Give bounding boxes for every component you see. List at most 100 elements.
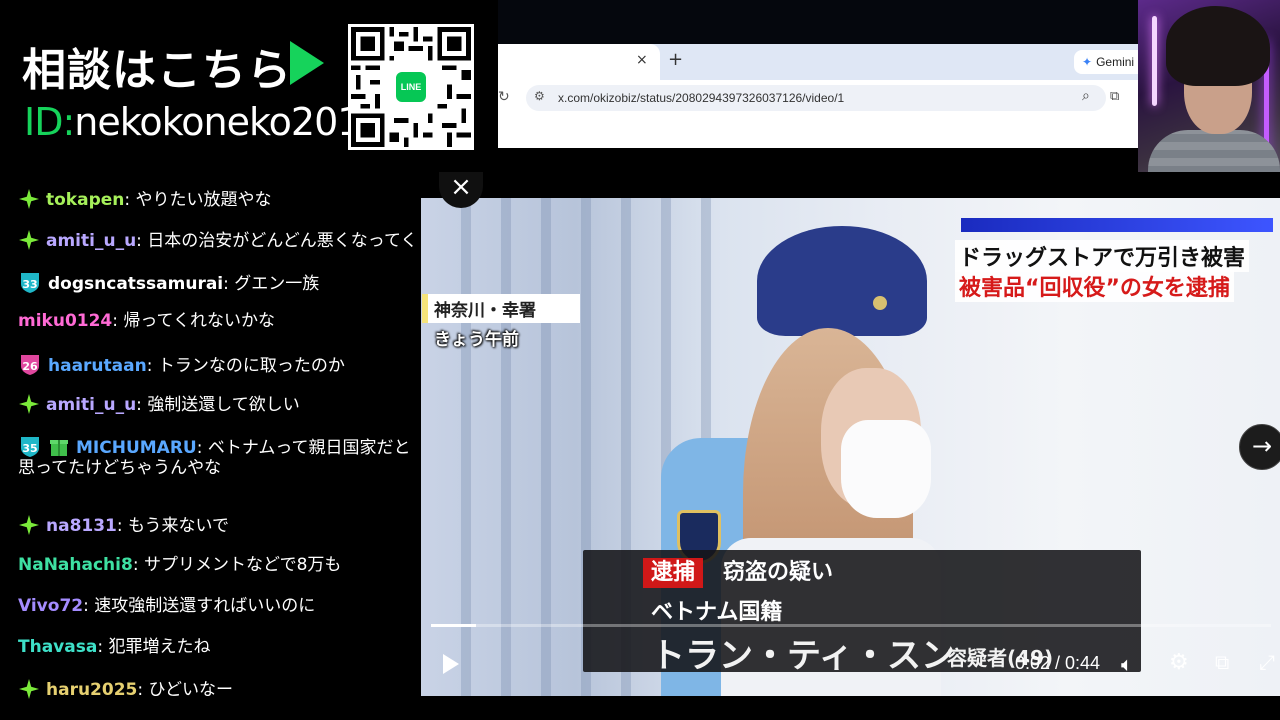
star-badge-icon [18,678,40,700]
chat-username[interactable]: miku0124 [18,311,112,331]
chat-colon: : [116,516,129,536]
chat-colon: : [124,190,136,210]
promo-id-prefix: ID: [24,100,75,144]
chat-username[interactable]: MICHUMARU [76,438,197,458]
location-caption: 神奈川・幸署 きょう午前 [422,294,580,350]
caption-charge: 窃盗の疑い [723,560,834,585]
chat-username[interactable]: Thavasa [18,637,97,657]
chat-message: tokapen: やりたい放題やな [18,188,421,210]
promo-id-value: nekokoneko2018 [74,100,384,144]
chat-colon: : [223,274,235,294]
pip-icon[interactable]: ⧉ [1215,650,1229,674]
chat-username[interactable]: Vivo72 [18,596,83,616]
chat-colon: : [146,356,158,376]
caption-suspect-name: トラン・ティ・スン [651,636,955,676]
chat-text: 日本の治安がどんどん悪くなってく [147,231,418,251]
progress-fill [431,624,477,627]
chat-username[interactable]: NaNahachi8 [18,555,133,575]
chat-message: amiti_u_u: 強制送還して欲しい [18,393,421,415]
streamer-hair [1166,6,1270,86]
chat-message: miku0124: 帰ってくれないかな [18,311,421,331]
chat-text: ひどいなー [148,680,234,700]
chat-message: 33 dogsncatssamurai: グエン一族 [18,270,421,294]
tab-gemini[interactable]: ✦ Gemini [1074,50,1138,74]
chat-text: グエン一族 [234,274,320,294]
badge-months: 35 [22,442,38,455]
tab-active[interactable]: × [498,44,660,80]
news-headline: ドラッグストアで万引き被害 被害品“回収役”の女を逮捕 [945,218,1273,302]
play-arrow-icon [290,41,324,85]
gemini-star-icon: ✦ [1082,55,1093,69]
chat-text: やりたい放題やな [135,190,272,210]
browser-top-area [498,0,1138,44]
chat-username[interactable]: tokapen [46,190,124,210]
address-bar[interactable]: ⚙ x.com/okizobiz/status/2080294397326037… [526,85,1106,111]
subscriber-badge-icon: 26 [18,352,42,376]
promo-title: 相談はこちら [22,45,292,96]
chat-message: 35 MICHUMARU: ベトナムって親日国家だと思ってたけどちゃうんやな [18,434,421,478]
chat-username[interactable]: dogsncatssamurai [48,274,223,294]
chat-text: 帰ってくれないかな [123,311,276,331]
chat-colon: : [136,395,148,415]
location-line1: 神奈川・幸署 [422,294,580,323]
chat-panel: tokapen: やりたい放題やな amiti_u_u: 日本の治安がどんどん悪く… [0,172,421,720]
headline-accent-bar [961,218,1273,232]
tab-bar: × + ✦ Gemini [498,44,1138,80]
chat-username[interactable]: amiti_u_u [46,395,136,415]
zoom-icon[interactable]: ⌕ [1082,88,1090,104]
gear-icon[interactable]: ⚙ [1169,650,1189,675]
promo-line-id: ID:nekokoneko2018 [24,100,385,144]
chat-text: もう来ないで [128,516,230,536]
chat-message: haru2025: ひどいなー [18,678,421,700]
chat-username[interactable]: haru2025 [46,680,137,700]
arrest-tag: 逮捕 [643,558,704,588]
chat-message: NaNahachi8: サプリメントなどで8万も [18,555,421,575]
video-player[interactable]: 神奈川・幸署 きょう午前 ドラッグストアで万引き被害 被害品“回収役”の女を逮捕… [421,172,1280,720]
star-badge-icon [18,229,40,251]
chat-colon: : [136,231,148,251]
url-text[interactable]: x.com/okizobiz/status/208029439732603712… [558,91,844,105]
chat-colon: : [132,555,144,575]
caption-nationality: ベトナム国籍 [651,600,783,625]
chat-message: 26 haarutaan: トランなのに取ったのか [18,352,421,376]
subscriber-badge-icon: 33 [18,270,42,294]
site-info-icon[interactable]: ⚙ [534,89,545,103]
chat-username[interactable]: amiti_u_u [46,231,136,251]
star-badge-icon [18,393,40,415]
police-cap [757,226,927,336]
chat-colon: : [137,680,149,700]
chat-colon: : [97,637,109,657]
chat-username[interactable]: haarutaan [48,356,147,376]
time-display: 0:02 / 0:44 [1015,653,1101,673]
tab-close-icon[interactable]: × [636,52,648,68]
video-frame[interactable]: 神奈川・幸署 きょう午前 ドラッグストアで万引き被害 被害品“回収役”の女を逮捕… [421,198,1280,696]
background-blind [541,198,551,696]
star-badge-icon [18,514,40,536]
badge-months: 33 [22,278,38,291]
progress-bar[interactable] [431,624,1271,627]
chat-text: 犯罪増えたね [108,637,211,657]
new-tab-button[interactable]: + [668,49,683,70]
tab-gemini-label: Gemini [1096,55,1135,69]
fullscreen-icon[interactable]: ⤢ [1259,650,1275,674]
cast-icon[interactable]: ⧉ [1110,89,1119,104]
next-arrow-icon[interactable]: → [1239,424,1280,470]
browser-window: × + ✦ Gemini ↻ ⚙ x.com/okizobiz/status/20… [498,0,1138,148]
headline-line1: ドラッグストアで万引き被害 [955,240,1250,272]
chat-message: Thavasa: 犯罪増えたね [18,637,421,657]
badge-months: 26 [22,360,38,373]
chat-colon: : [83,596,95,616]
play-icon[interactable] [443,654,459,674]
subscriber-badge-icon: 35 [18,434,42,458]
line-logo-icon: LINE [393,69,429,105]
star-badge-icon [18,188,40,210]
promo-banner: 相談はこちら ID:nekokoneko2018 LINE [0,0,498,172]
gift-badge-icon [48,436,70,458]
chat-username[interactable]: na8131 [46,516,117,536]
background-blind [461,198,471,696]
volume-icon[interactable]: 🔈︎ [1121,652,1133,676]
reload-icon[interactable]: ↻ [498,89,510,105]
chat-text: 速攻強制送還すればいいのに [94,596,316,616]
chat-text: 強制送還して欲しい [147,395,300,415]
chat-colon: : [112,311,124,331]
